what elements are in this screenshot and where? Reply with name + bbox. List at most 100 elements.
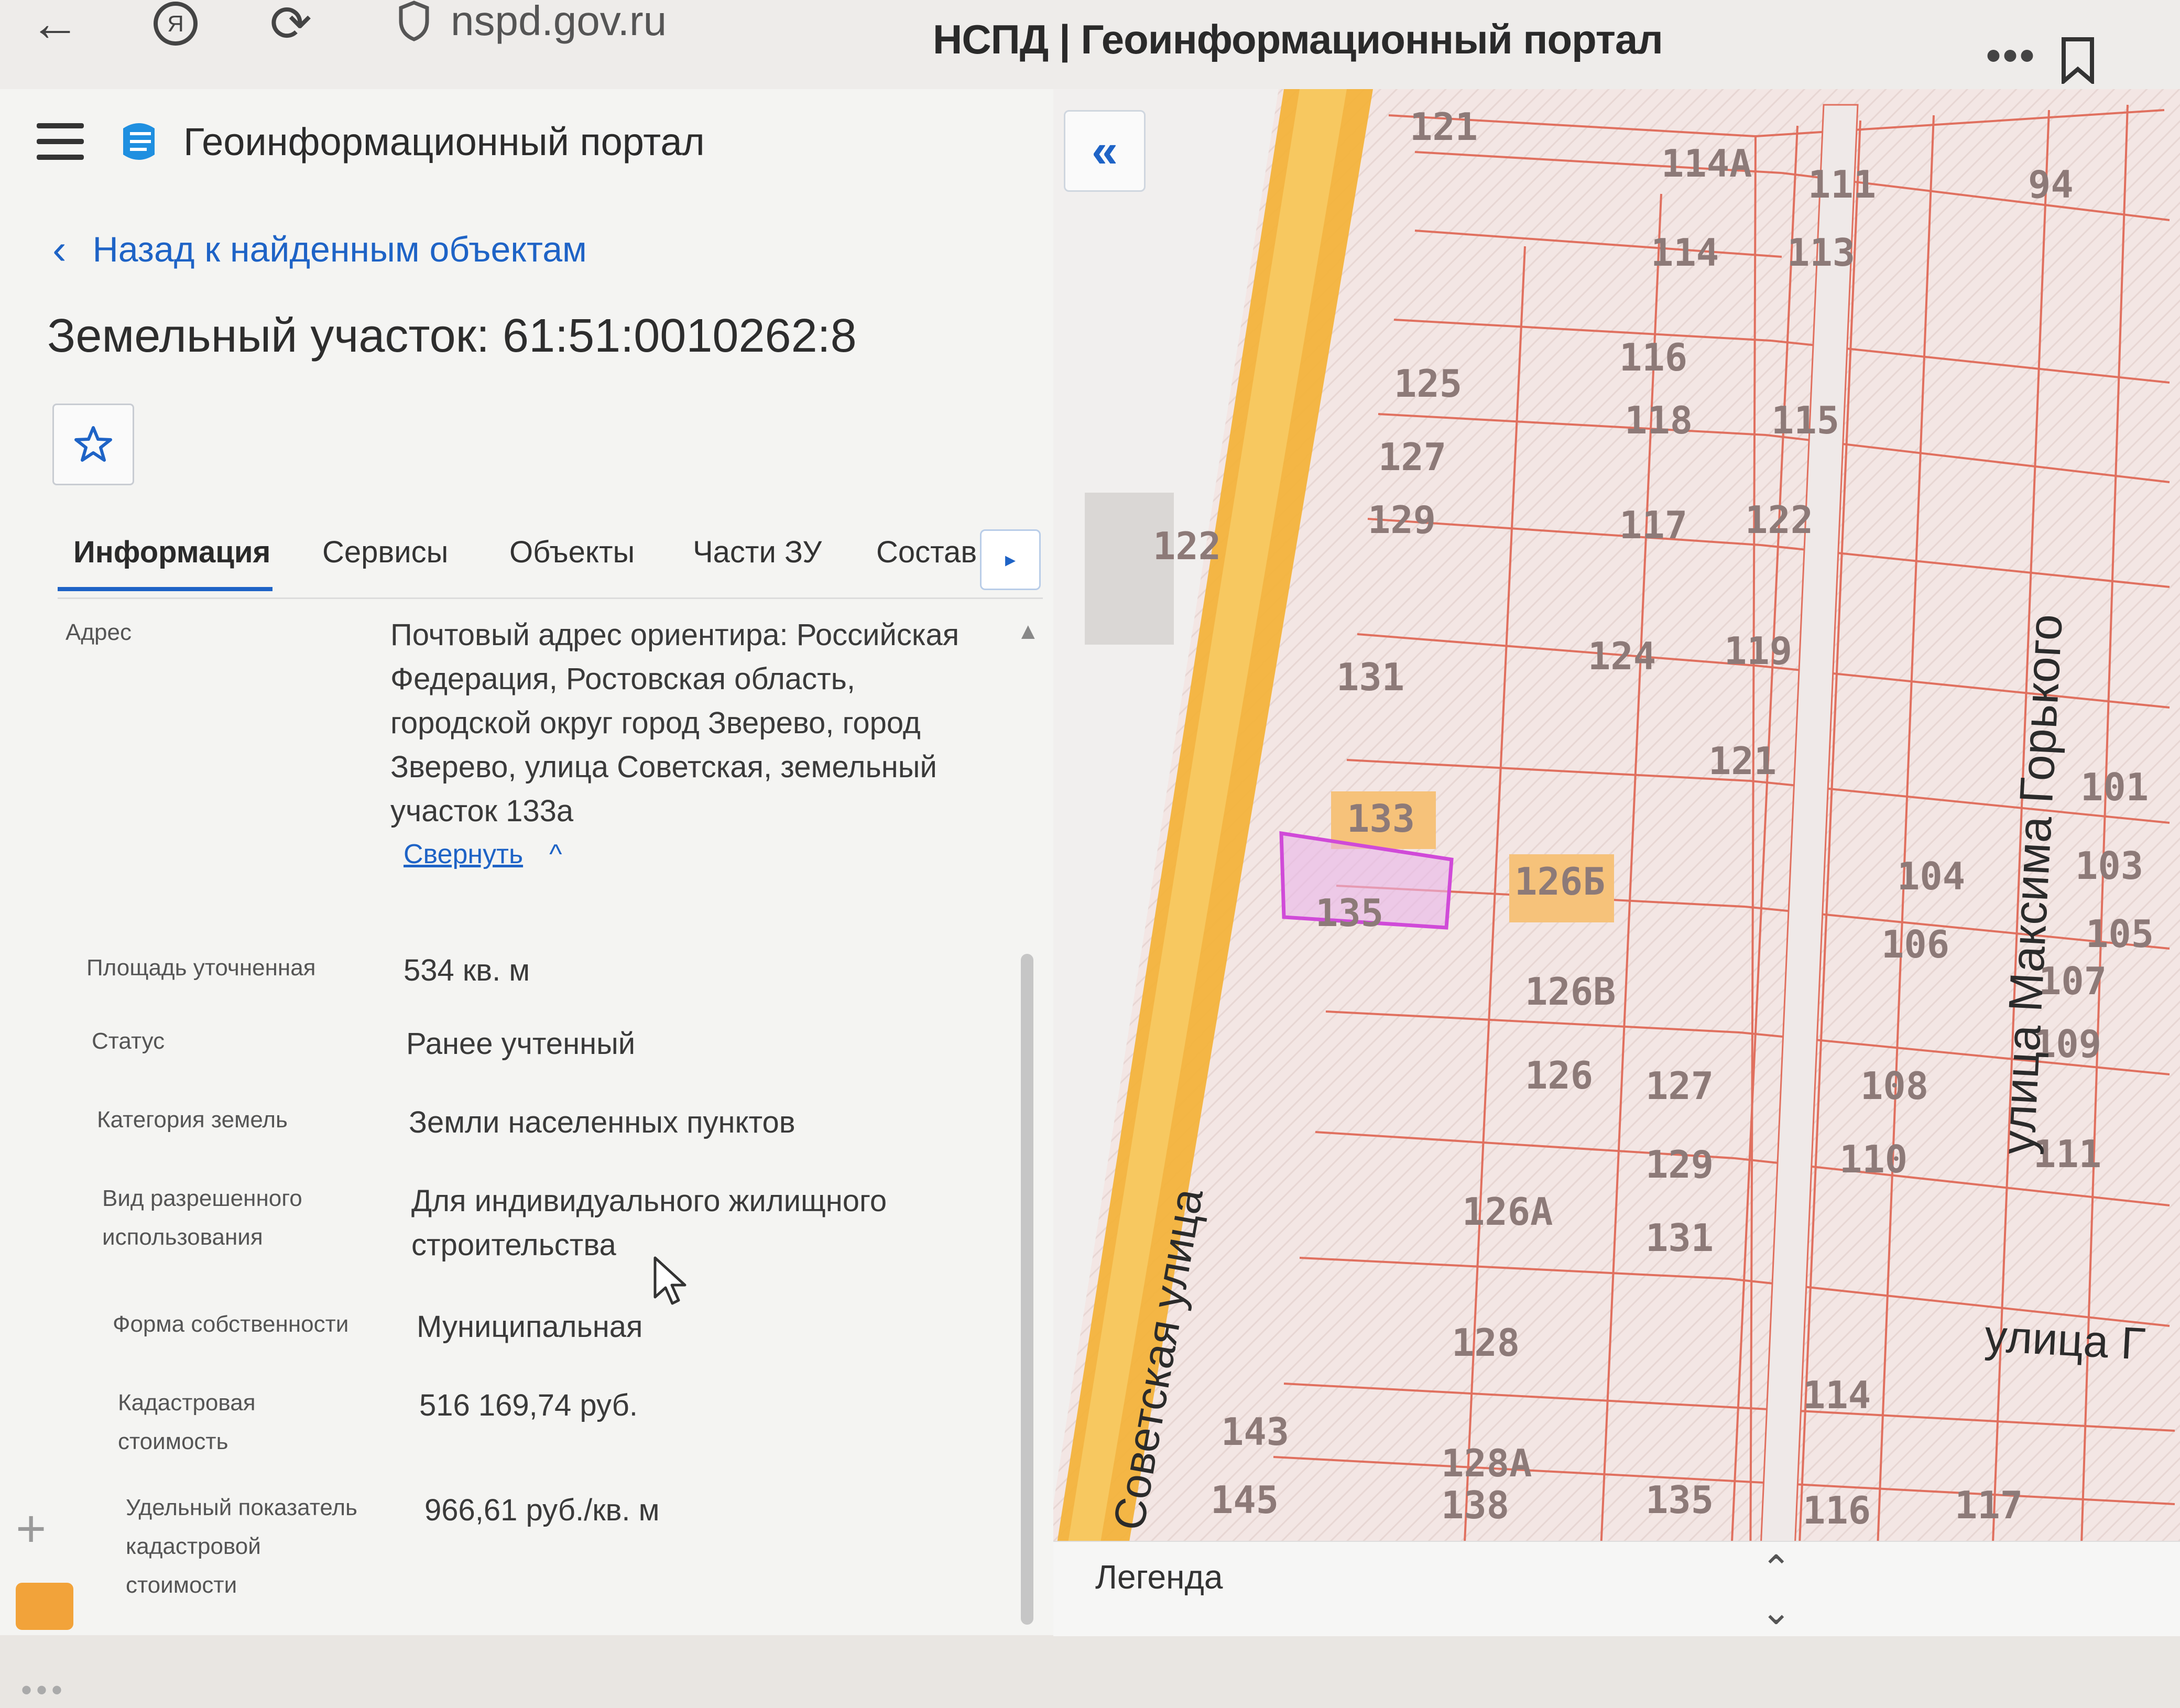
house-number: 104 bbox=[1897, 854, 1966, 898]
house-number: 145 bbox=[1211, 1478, 1279, 1522]
expand-collapse-icon[interactable]: ⌃ ⌄ bbox=[1761, 1547, 1792, 1633]
back-to-results-link[interactable]: ‹ Назад к найденным объектам bbox=[52, 225, 587, 274]
info-value-address: Почтовый адрес ориентира: Российская Фед… bbox=[390, 618, 960, 828]
info-value: Земли населенных пунктов bbox=[409, 1105, 795, 1139]
info-label: Форма собственности bbox=[113, 1311, 349, 1337]
tab-information[interactable]: Информация bbox=[73, 535, 270, 570]
tab-objects[interactable]: Объекты bbox=[509, 535, 635, 570]
collapse-panel-button[interactable]: « bbox=[1064, 110, 1146, 192]
house-number: 121 bbox=[1708, 739, 1777, 783]
scroll-up-icon[interactable]: ▲ bbox=[1017, 618, 1040, 645]
house-number: 138 bbox=[1441, 1483, 1510, 1527]
house-number: 119 bbox=[1724, 629, 1793, 673]
house-number: 143 bbox=[1221, 1410, 1290, 1454]
svg-text:Я: Я bbox=[167, 11, 184, 37]
info-row-address: Адрес Почтовый адрес ориентира: Российск… bbox=[0, 613, 996, 875]
house-number: 108 bbox=[1860, 1064, 1929, 1108]
info-label: Адрес bbox=[66, 619, 132, 645]
house-number: 114А bbox=[1661, 142, 1752, 186]
house-number: 126 bbox=[1525, 1053, 1594, 1097]
favorite-button[interactable] bbox=[52, 404, 134, 485]
legend-label: Легенда bbox=[1095, 1558, 1223, 1596]
panel-header: Геоинформационный портал bbox=[37, 105, 705, 178]
house-number: 128А bbox=[1441, 1441, 1532, 1485]
portal-logo-icon bbox=[123, 123, 155, 160]
house-number: 105 bbox=[2086, 912, 2154, 956]
address-bar[interactable]: nspd.gov.ru bbox=[398, 0, 667, 47]
house-number: 115 bbox=[1771, 398, 1840, 442]
house-number: 114 bbox=[1803, 1373, 1871, 1417]
house-number: 110 bbox=[1839, 1137, 1908, 1181]
house-number: 126А bbox=[1462, 1190, 1553, 1234]
back-link-label: Назад к найденным объектам bbox=[92, 230, 587, 269]
hamburger-menu-icon[interactable] bbox=[37, 123, 84, 160]
chevron-right-icon: ▸ bbox=[1005, 548, 1016, 571]
house-number: 121 bbox=[1410, 105, 1478, 149]
house-number: 106 bbox=[1881, 922, 1950, 966]
tab-composition[interactable]: Состав bbox=[876, 535, 977, 570]
house-number: 126В bbox=[1525, 970, 1616, 1014]
active-tab-indicator bbox=[58, 587, 272, 591]
more-dots-icon[interactable]: ••• bbox=[21, 1672, 67, 1708]
house-number: 111 bbox=[1808, 162, 1877, 206]
house-number: 125 bbox=[1394, 362, 1463, 406]
tab-services[interactable]: Сервисы bbox=[322, 535, 448, 570]
house-number: 114 bbox=[1651, 231, 1719, 275]
chevron-up-icon: ^ bbox=[549, 839, 562, 869]
house-number: 128 bbox=[1452, 1321, 1520, 1365]
house-number: 94 bbox=[2028, 162, 2074, 206]
info-label: Площадь уточненная bbox=[86, 955, 316, 981]
house-number: 116 bbox=[1619, 335, 1688, 379]
house-number: 135 bbox=[1645, 1478, 1714, 1522]
info-value: Ранее учтенный bbox=[406, 1027, 636, 1061]
house-number: 131 bbox=[1336, 655, 1405, 699]
back-arrow-icon[interactable]: ← bbox=[26, 0, 84, 52]
map-legend-bar[interactable]: Легенда ⌃ ⌄ bbox=[1053, 1541, 2180, 1636]
info-label: Статус bbox=[92, 1028, 165, 1054]
mouse-cursor-icon bbox=[653, 1256, 686, 1305]
bookmark-icon[interactable] bbox=[2059, 37, 2096, 84]
house-number: 122 bbox=[1153, 524, 1222, 568]
info-value: 966,61 руб./кв. м bbox=[424, 1493, 660, 1527]
house-number: 129 bbox=[1645, 1143, 1714, 1187]
info-label: Удельный показатель кадастровой стоимост… bbox=[126, 1495, 357, 1598]
tab-land-parts[interactable]: Части ЗУ bbox=[693, 535, 822, 570]
mail-icon[interactable] bbox=[16, 1583, 73, 1630]
url-text: nspd.gov.ru bbox=[451, 0, 667, 44]
house-number: 103 bbox=[2075, 844, 2144, 888]
house-number: 133 bbox=[1347, 797, 1415, 841]
house-number: 129 bbox=[1368, 498, 1436, 542]
tabs-scroll-right-button[interactable]: ▸ bbox=[980, 529, 1041, 590]
star-icon bbox=[74, 426, 112, 462]
house-number: 117 bbox=[1955, 1483, 2023, 1527]
house-number: 122 bbox=[1745, 498, 1814, 542]
house-number: 127 bbox=[1378, 435, 1447, 479]
zoom-in-icon[interactable]: + bbox=[16, 1499, 46, 1559]
portal-name: Геоинформационный портал bbox=[183, 119, 705, 164]
reload-icon[interactable]: ⟳ bbox=[262, 0, 320, 52]
panel-scrollbar[interactable] bbox=[1021, 954, 1033, 1625]
collapse-label: Свернуть bbox=[404, 839, 524, 869]
yandex-icon[interactable]: Я bbox=[147, 0, 204, 52]
info-panel: Геоинформационный портал ‹ Назад к найде… bbox=[0, 89, 1053, 1707]
info-label: Вид разрешенного использования bbox=[102, 1185, 302, 1250]
map-canvas[interactable]: 121 114А 111 94 114 113 116 125 118 115 … bbox=[1053, 89, 2180, 1635]
info-value: Муниципальная bbox=[417, 1310, 643, 1344]
house-number: 116 bbox=[1803, 1488, 1871, 1532]
house-number: 131 bbox=[1645, 1216, 1714, 1260]
house-number: 118 bbox=[1625, 398, 1693, 442]
house-number: 127 bbox=[1645, 1064, 1714, 1108]
info-value: 534 кв. м bbox=[404, 953, 530, 987]
house-number: 124 bbox=[1588, 634, 1656, 678]
info-value: 516 169,74 руб. bbox=[419, 1388, 638, 1422]
house-number: 117 bbox=[1619, 503, 1688, 547]
house-number: 135 bbox=[1315, 891, 1384, 935]
object-title: Земельный участок: 61:51:0010262:8 bbox=[47, 310, 857, 362]
info-label: Кадастровая стоимость bbox=[118, 1390, 256, 1454]
collapse-link[interactable]: Свернуть ^ bbox=[404, 839, 562, 870]
info-label: Категория земель bbox=[97, 1107, 288, 1133]
more-icon[interactable]: ••• bbox=[1986, 31, 2036, 80]
browser-chrome: ← Я ⟳ nspd.gov.ru НСПД | Геоинформационн… bbox=[0, 0, 2180, 90]
house-number: 126Б bbox=[1514, 860, 1606, 904]
info-value: Для индивидуального жилищного строительс… bbox=[411, 1184, 887, 1262]
